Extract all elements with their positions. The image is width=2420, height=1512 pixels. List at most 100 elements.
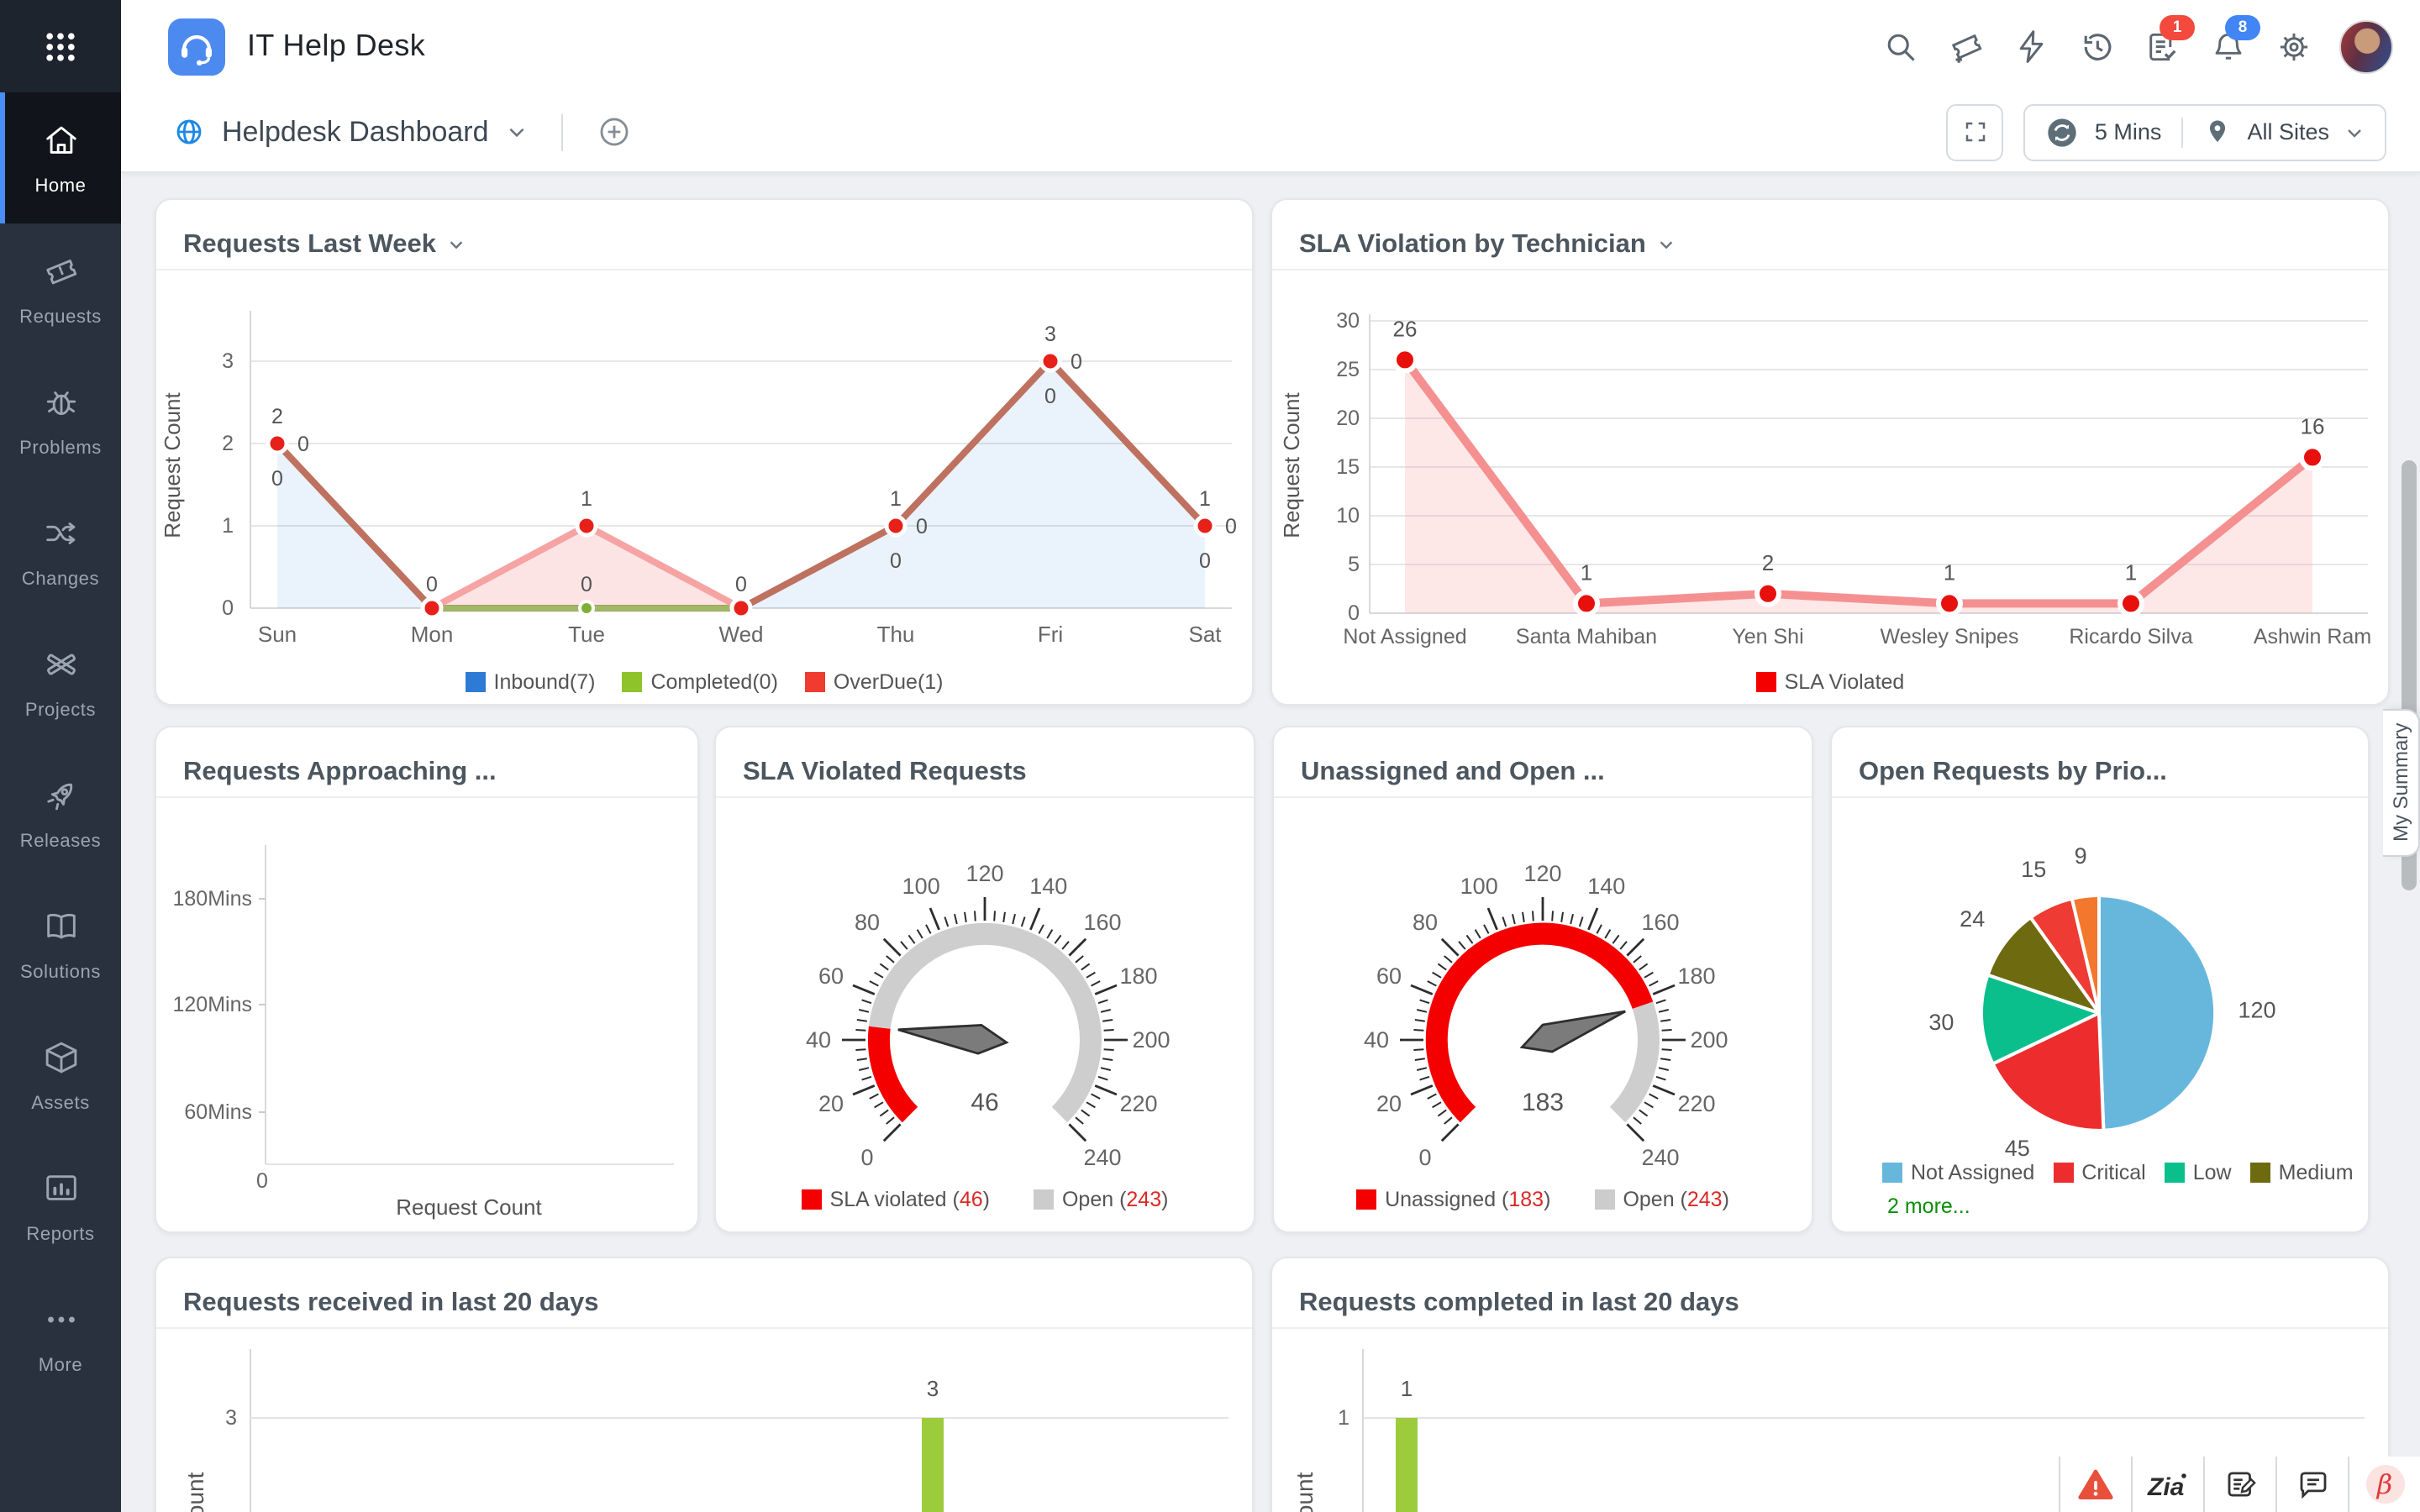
card-title[interactable]: Requests completed in last 20 days [1299, 1288, 1739, 1318]
sidebar-item-requests[interactable]: Requests [0, 223, 121, 354]
svg-text:220: 220 [1677, 1091, 1715, 1116]
search-button[interactable] [1881, 26, 1921, 66]
card-title[interactable]: Unassigned and Open ... [1301, 757, 1605, 787]
site-filter[interactable]: All Sites [2247, 119, 2329, 144]
unassigned-open-gauge[interactable]: 0 20 40 60 80 100 120 140 160 180 200 220 240 183 [1274, 798, 1812, 1201]
card-title[interactable]: SLA Violated Requests [743, 757, 1027, 787]
card-title[interactable]: SLA Violation by Technician [1299, 229, 1646, 260]
svg-text:0: 0 [890, 549, 902, 573]
svg-text:120: 120 [1523, 861, 1561, 886]
sla-violation-chart[interactable]: 0 5 10 15 20 25 30 Request Count Not Assigned San… [1272, 270, 2388, 657]
alert-icon [2078, 1468, 2113, 1499]
legend-item[interactable]: Medium [2249, 1161, 2354, 1184]
legend-item[interactable]: Critical [2053, 1161, 2146, 1184]
refresh-interval[interactable]: 5 Mins [2095, 119, 2162, 144]
requests-approaching-chart[interactable]: 180Mins 120Mins 60Mins 0 Request Count [156, 798, 697, 1231]
globe-icon [176, 119, 202, 144]
svg-text:200: 200 [1132, 1027, 1170, 1053]
legend-item[interactable]: Open (243) [1594, 1188, 1729, 1211]
card-title[interactable]: Requests received in last 20 days [183, 1288, 599, 1318]
legend-swatch [1356, 1189, 1377, 1210]
sidebar-item-reports[interactable]: Reports [0, 1141, 121, 1272]
legend-item[interactable]: Inbound(7) [465, 670, 595, 694]
svg-text:120Mins: 120Mins [173, 993, 253, 1016]
legend-item[interactable]: SLA Violated [1755, 670, 1904, 694]
app-launcher-button[interactable] [0, 0, 121, 92]
legend-swatch [622, 672, 643, 692]
svg-text:0: 0 [581, 573, 592, 596]
sidebar-item-problems[interactable]: Problems [0, 354, 121, 486]
priority-pie-chart[interactable]: 120 45 30 24 15 9 [1832, 798, 2368, 1194]
notifications-button[interactable]: 8 [2208, 14, 2260, 66]
requests-last-week-chart[interactable]: 0123Request CountSun Mon Tue Wed Thu Fri Sat20… [156, 270, 1252, 657]
comment-icon [2299, 1472, 2326, 1499]
svg-text:3: 3 [927, 1376, 939, 1401]
beta-icon: β [2365, 1465, 2404, 1504]
lightning-icon [2019, 29, 2044, 62]
svg-text:0: 0 [860, 1145, 873, 1170]
zia-button[interactable]: Zia [2131, 1457, 2203, 1512]
svg-text:0: 0 [297, 433, 309, 456]
auto-refresh-icon[interactable] [2046, 115, 2080, 149]
report-icon [41, 1168, 80, 1215]
sidebar-item-solutions[interactable]: Solutions [0, 879, 121, 1010]
bug-icon [41, 382, 80, 429]
history-button[interactable] [2077, 26, 2118, 66]
sidebar-item-assets[interactable]: Assets [0, 1010, 121, 1141]
legend-label: Medium [2278, 1161, 2354, 1184]
svg-text:20: 20 [1376, 1091, 1402, 1116]
sla-violated-gauge[interactable]: 0 20 40 60 80 100 120 140 160 180 200 220 240 46 [716, 798, 1254, 1201]
legend-item[interactable]: SLA violated (46) [801, 1188, 990, 1211]
feedback-button[interactable] [2203, 1457, 2275, 1512]
chevron-down-icon[interactable] [448, 235, 466, 254]
svg-text:24: 24 [1960, 906, 1985, 932]
legend-item[interactable]: Completed(0) [622, 670, 778, 694]
pie-more-link[interactable]: 2 more... [1887, 1194, 1970, 1218]
sidebar-item-home[interactable]: Home [0, 92, 121, 223]
legend-item[interactable]: OverDue(1) [804, 670, 944, 694]
add-dashboard-icon[interactable] [597, 114, 632, 150]
card-title[interactable]: Open Requests by Prio... [1859, 757, 2167, 787]
svg-text:1: 1 [1944, 559, 1955, 585]
legend-label: OverDue(1) [833, 670, 944, 694]
svg-text:10: 10 [1336, 504, 1360, 528]
svg-text:0: 0 [1418, 1145, 1431, 1170]
sla-violation-legend: SLA Violated [1272, 670, 2388, 694]
location-pin-icon[interactable] [2203, 118, 2232, 146]
beta-button[interactable]: β [2348, 1457, 2420, 1512]
chevron-down-icon [2348, 129, 2361, 137]
card-sla-violation-by-technician: SLA Violation by Technician 0 5 10 15 20 25 30… [1270, 198, 2390, 706]
legend-swatch [2053, 1163, 2074, 1183]
legend-item[interactable]: Not Assigned [1882, 1161, 2034, 1184]
chevron-down-icon[interactable] [506, 121, 528, 143]
svg-text:Mon: Mon [411, 622, 454, 647]
legend-item[interactable]: Open (243) [1033, 1188, 1168, 1211]
card-title[interactable]: Requests Approaching ... [183, 757, 497, 787]
legend-item[interactable]: Unassigned (183) [1356, 1188, 1550, 1211]
quick-actions-button[interactable] [2012, 26, 2052, 66]
card-requests-received-20d: Requests received in last 20 days 3 3 Requ… [155, 1257, 1254, 1512]
user-avatar[interactable] [2339, 19, 2393, 73]
legend-item[interactable]: Low [2164, 1161, 2232, 1184]
svg-text:9: 9 [2075, 843, 2087, 869]
settings-button[interactable] [2274, 26, 2314, 66]
sla-violated-legend: SLA violated (46) Open (243) [716, 1188, 1254, 1211]
sidebar-item-projects[interactable]: Projects [0, 617, 121, 748]
card-title[interactable]: Requests Last Week [183, 229, 436, 260]
svg-text:Yen Shi: Yen Shi [1732, 625, 1803, 648]
chevron-down-icon[interactable] [1658, 235, 1676, 254]
add-request-button[interactable] [1946, 26, 1986, 66]
sidebar-item-more[interactable]: More [0, 1272, 121, 1403]
dashboard-title[interactable]: Helpdesk Dashboard [222, 115, 489, 149]
approvals-button[interactable]: 1 [2143, 14, 2195, 66]
sidebar-item-changes[interactable]: Changes [0, 486, 121, 617]
my-summary-tab[interactable]: My Summary [2383, 709, 2420, 857]
svg-text:1: 1 [222, 514, 234, 538]
fullscreen-button[interactable] [1946, 103, 2004, 160]
ticket-plus-icon [1951, 33, 1982, 62]
comments-button[interactable] [2275, 1457, 2348, 1512]
requests-received-chart[interactable]: 3 3 Request Count [156, 1329, 1252, 1512]
sidebar-item-releases[interactable]: Releases [0, 748, 121, 879]
alerts-button[interactable] [2059, 1457, 2131, 1512]
svg-text:46: 46 [971, 1089, 998, 1116]
